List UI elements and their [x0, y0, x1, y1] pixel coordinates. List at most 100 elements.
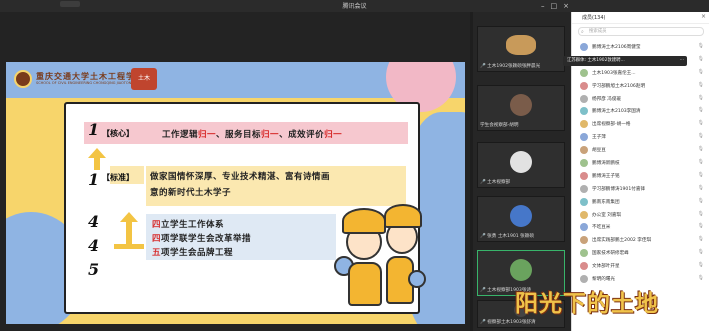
member-item[interactable]: 不吃豆米 🎙 [572, 221, 709, 234]
avatar [580, 159, 588, 168]
video-tile[interactable]: 学生会视察部-胡明 [477, 85, 565, 131]
member-item[interactable]: 鹏博涛土木2103李国清 🎙 [572, 105, 709, 118]
close-icon[interactable]: × [563, 0, 569, 12]
digit-5: 5 [88, 260, 100, 279]
participant-avatar [510, 94, 532, 116]
member-name: 出席实践部鹏土2002 李佳琪 [592, 238, 652, 244]
member-name: 学习部鹏博涛1901付嘉锋 [592, 186, 646, 192]
minimize-icon[interactable]: – [541, 0, 545, 12]
avatar [580, 94, 588, 103]
member-item[interactable]: 出席视察部-胡一格 🎙 [572, 118, 709, 131]
member-name: 鹏南东南集团 [592, 199, 620, 205]
mic-icon[interactable]: 🎙 [698, 69, 704, 75]
member-name: 出席视察部-胡一格 [592, 122, 631, 128]
member-item[interactable]: 鹏博涛王子铭 🎙 [572, 170, 709, 183]
member-name: 鹏博涛土木2106周健莹 [592, 45, 641, 50]
member-name: 鹏博涛新鹏枝 [592, 161, 620, 167]
member-item[interactable]: 鹏博涛新鹏枝 🎙 [572, 157, 709, 170]
member-name: 胡豆豆 [592, 148, 606, 154]
mic-icon[interactable]: 🎙 [698, 223, 704, 229]
member-item[interactable]: 国家技术研修宏峰 🎙 [572, 247, 709, 260]
avatar [580, 197, 588, 206]
avatar [580, 223, 588, 232]
meeting-app: 腾讯会议 – □ × 重庆交通大学土木工程学院 SCHOOL OF CIVIL … [0, 0, 709, 331]
hardhat-icon-2 [384, 204, 422, 228]
avatar [580, 68, 588, 77]
maximize-icon[interactable]: □ [551, 0, 558, 12]
avatar [580, 43, 588, 51]
mic-icon[interactable]: 🎙 [698, 198, 704, 204]
measure-1: 四立学生工作体系 [152, 220, 225, 230]
video-tile[interactable]: 🎤 土木视察部 [477, 142, 565, 188]
mic-icon[interactable]: 🎙 [698, 133, 704, 139]
mic-icon[interactable]: 🎙 [698, 185, 704, 191]
mic-icon[interactable]: 🎙 [698, 56, 704, 62]
member-name: 办公室 刘嘉琪 [592, 212, 622, 218]
member-item[interactable]: 出席实践部鹏土2002 李佳琪 🎙 [572, 234, 709, 247]
arrow-up-icon-2 [120, 212, 138, 222]
member-item[interactable]: 王子萍 🎙 [572, 131, 709, 144]
avatar [580, 262, 588, 271]
mic-icon[interactable]: 🎙 [698, 159, 704, 165]
mic-icon[interactable]: 🎙 [698, 95, 704, 101]
avatar [580, 146, 588, 155]
member-name: 土木1903张嘉伦王... [592, 70, 636, 76]
hover-tooltip: 江苏群体: 土木1902敦建聘... ⋯ [563, 56, 687, 66]
member-name: 杨邦彦 冯俊瑗 [592, 96, 622, 102]
close-panel-icon[interactable]: × [701, 13, 706, 20]
member-list[interactable]: 鹏博涛土木2106周健莹🎙学长熊土木1902张玉岚🎙土木1903张嘉伦王...🎙… [572, 41, 709, 286]
window-title: 腾讯会议 [342, 3, 367, 10]
mic-icon[interactable]: 🎙 [698, 275, 704, 281]
avatar [580, 133, 588, 142]
measure-2: 四项学联学生会改革举措 [152, 234, 252, 244]
avatar [580, 210, 588, 219]
mic-icon[interactable]: 🎙 [698, 107, 704, 113]
core-tag: 【核心】 [102, 129, 134, 138]
shared-screen: 重庆交通大学土木工程学院 SCHOOL OF CIVIL ENGINEERING… [0, 12, 470, 331]
standard-tag: 【标准】 [102, 173, 134, 182]
search-icon: ⌕ [581, 29, 584, 35]
member-item[interactable]: 学习部鹏旭土木2106赵明 🎙 [572, 80, 709, 93]
member-item[interactable]: 土木1903张嘉伦王... 🎙 [572, 67, 709, 80]
members-title: 成员(134) [582, 15, 606, 21]
member-item[interactable]: 鹏南东南集团 🎙 [572, 196, 709, 209]
more-icon[interactable]: ⋯ [680, 56, 684, 66]
digit-4a: 4 [88, 212, 100, 231]
member-name: 不吃豆米 [592, 225, 611, 231]
avatar [580, 275, 588, 284]
member-name: 文体部叶开星 [592, 264, 620, 270]
arrow-up-icon [88, 148, 106, 158]
measure-3: 五项学生会品牌工程 [152, 248, 234, 258]
member-item[interactable]: 鹏博涛土木2106周健莹 🎙 [572, 41, 709, 54]
mic-icon[interactable]: 🎙 [698, 262, 704, 268]
worker-body-1 [348, 262, 382, 306]
member-name: 黎明的曙光 [592, 277, 615, 283]
core-text: 工作逻辑归一、服务目标归一、成效评价归一 [162, 130, 343, 140]
member-item[interactable]: 办公室 刘嘉琪 🎙 [572, 209, 709, 222]
member-item[interactable]: 文体部叶开星 🎙 [572, 260, 709, 273]
mic-icon[interactable]: 🎙 [698, 249, 704, 255]
member-search-input[interactable]: ⌕ 搜索成员 [578, 27, 704, 36]
video-tile[interactable]: 🎤 张勇 土木1901 张颖硕 [477, 196, 565, 242]
member-item[interactable]: 杨邦彦 冯俊瑗 🎙 [572, 93, 709, 106]
member-name: 国家技术研修宏峰 [592, 251, 629, 257]
digit-4b: 4 [88, 236, 100, 255]
hardhat-icon [342, 208, 386, 234]
arrow-base [114, 244, 144, 249]
search-placeholder: 搜索成员 [589, 29, 607, 34]
participant-name: 🎤 张勇 土木1901 张颖硕 [480, 234, 534, 239]
mic-icon[interactable]: 🎙 [698, 120, 704, 126]
mic-icon[interactable]: 🎙 [698, 211, 704, 217]
standard-line-1: 做家国情怀深厚、专业技术精湛、富有诗情画 [150, 172, 331, 182]
member-item[interactable]: 胡豆豆 🎙 [572, 144, 709, 157]
mic-icon[interactable]: 🎙 [698, 146, 704, 152]
mic-icon[interactable]: 🎙 [698, 82, 704, 88]
mic-icon[interactable]: 🎙 [698, 236, 704, 242]
mic-icon[interactable]: 🎙 [698, 172, 704, 178]
mic-icon[interactable]: 🎙 [698, 43, 704, 49]
member-name: 王子萍 [592, 135, 606, 141]
participant-name: 🎤 土木视察部 [480, 180, 511, 185]
member-item[interactable]: 学习部鹏博涛1901付嘉锋 🎙 [572, 183, 709, 196]
video-tile[interactable]: 🎤 土木1902张颖硕张胖晨光 [477, 26, 565, 72]
participant-name: 🎤 视察部土木1903张舒清 [480, 320, 536, 325]
